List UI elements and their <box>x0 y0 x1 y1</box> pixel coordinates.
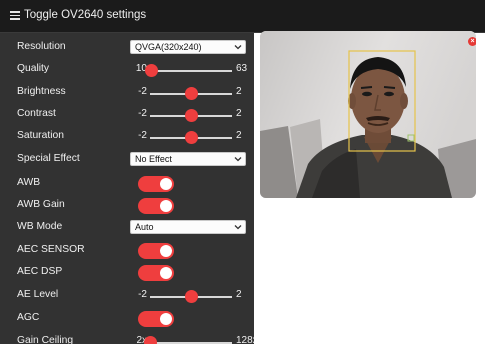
saturation-max: 2 <box>236 130 242 141</box>
aec-dsp-toggle-knob <box>160 267 172 279</box>
wb-mode-value: Auto <box>135 222 154 232</box>
hamburger-icon[interactable] <box>10 11 20 20</box>
aec-sensor-row: AEC SENSOR <box>0 240 254 262</box>
brightness-row: Brightness -2 2 <box>0 82 254 104</box>
awb-row: AWB <box>0 173 254 195</box>
aec-dsp-label: AEC DSP <box>17 266 63 277</box>
awb-gain-row: AWB Gain <box>0 195 254 217</box>
gain-ceiling-label: Gain Ceiling <box>17 335 74 344</box>
awb-toggle[interactable] <box>138 176 174 192</box>
quality-row: Quality 10 63 <box>0 59 254 81</box>
close-icon: × <box>470 38 475 45</box>
wb-mode-select[interactable]: Auto <box>130 220 246 234</box>
aec-dsp-toggle[interactable] <box>138 265 174 281</box>
saturation-label: Saturation <box>17 130 64 141</box>
wb-mode-label: WB Mode <box>17 221 63 232</box>
resolution-row: Resolution QVGA(320x240) <box>0 37 254 59</box>
aec-dsp-row: AEC DSP <box>0 262 254 284</box>
gain-ceiling-max: 128x <box>236 335 254 344</box>
contrast-slider-thumb[interactable] <box>184 109 198 122</box>
chevron-down-icon <box>234 157 242 162</box>
brightness-slider-thumb[interactable] <box>184 87 198 100</box>
quality-max: 63 <box>236 63 248 74</box>
chevron-down-icon <box>234 45 242 50</box>
aec-sensor-label: AEC SENSOR <box>17 244 85 255</box>
saturation-min: -2 <box>138 130 147 141</box>
brightness-max: 2 <box>236 86 242 97</box>
quality-slider-thumb[interactable] <box>145 64 159 77</box>
quality-slider-track[interactable] <box>150 70 232 72</box>
resolution-label: Resolution <box>17 41 66 52</box>
header-bar: Toggle OV2640 settings <box>0 0 485 33</box>
awb-gain-toggle[interactable] <box>138 198 174 214</box>
awb-gain-toggle-knob <box>160 200 172 212</box>
contrast-min: -2 <box>138 108 147 119</box>
ae-level-slider-thumb[interactable] <box>184 290 198 303</box>
aec-sensor-toggle-knob <box>160 245 172 257</box>
special-effect-row: Special Effect No Effect <box>0 149 254 171</box>
contrast-label: Contrast <box>17 108 56 119</box>
wb-mode-row: WB Mode Auto <box>0 217 254 239</box>
chevron-down-icon <box>234 225 242 230</box>
resolution-select[interactable]: QVGA(320x240) <box>130 40 246 54</box>
camera-stream: × <box>260 31 476 198</box>
close-stream-button[interactable]: × <box>468 37 476 46</box>
ae-level-min: -2 <box>138 289 147 300</box>
agc-toggle-knob <box>160 313 172 325</box>
saturation-row: Saturation -2 2 <box>0 126 254 148</box>
agc-row: AGC <box>0 308 254 330</box>
awb-label: AWB <box>17 177 41 188</box>
brightness-label: Brightness <box>17 86 66 97</box>
app-window: Toggle OV2640 settings Resolution QVGA(3… <box>0 0 485 344</box>
settings-sidebar: Resolution QVGA(320x240) Quality 10 63 B… <box>0 33 254 344</box>
contrast-max: 2 <box>236 108 242 119</box>
gain-ceiling-slider-thumb[interactable] <box>143 336 157 344</box>
special-effect-label: Special Effect <box>17 153 80 164</box>
agc-toggle[interactable] <box>138 311 174 327</box>
agc-label: AGC <box>17 312 40 323</box>
gain-ceiling-row: Gain Ceiling 2x 128x <box>0 331 254 344</box>
quality-label: Quality <box>17 63 50 74</box>
ae-level-label: AE Level <box>17 289 59 300</box>
resolution-value: QVGA(320x240) <box>135 42 202 52</box>
video-panel: × <box>254 31 485 344</box>
contrast-row: Contrast -2 2 <box>0 104 254 126</box>
ae-level-row: AE Level -2 2 <box>0 285 254 307</box>
awb-gain-label: AWB Gain <box>17 199 65 210</box>
brightness-min: -2 <box>138 86 147 97</box>
awb-toggle-knob <box>160 178 172 190</box>
special-effect-value: No Effect <box>135 154 172 164</box>
special-effect-select[interactable]: No Effect <box>130 152 246 166</box>
ae-level-max: 2 <box>236 289 242 300</box>
toggle-settings-title[interactable]: Toggle OV2640 settings <box>24 9 146 21</box>
aec-sensor-toggle[interactable] <box>138 243 174 259</box>
camera-image <box>260 31 476 198</box>
saturation-slider-thumb[interactable] <box>184 131 198 144</box>
